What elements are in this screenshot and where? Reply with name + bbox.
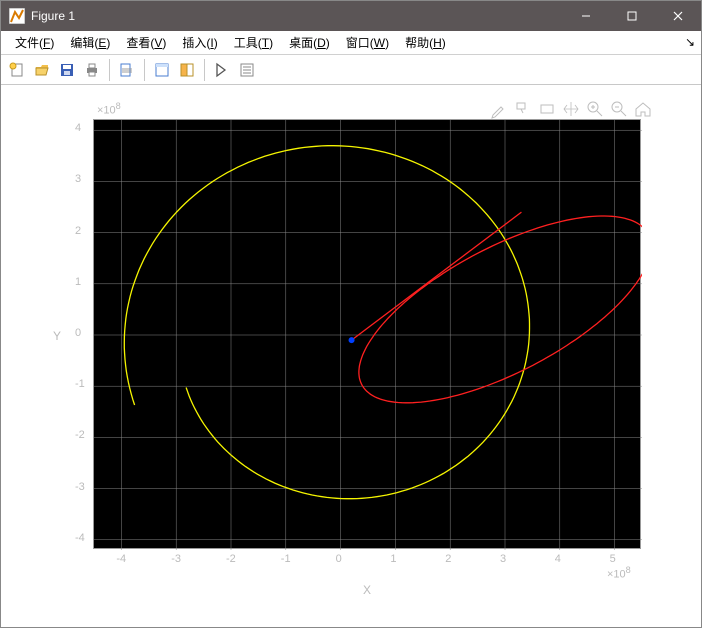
x-exponent: ×108 (607, 565, 631, 581)
menu-file[interactable]: 文件(F) (7, 32, 62, 53)
close-button[interactable] (655, 1, 701, 31)
titlebar: Figure 1 (1, 1, 701, 31)
link-plot-button[interactable] (150, 58, 174, 82)
x-tick: 1 (390, 553, 396, 565)
y-tick: -4 (75, 532, 85, 544)
plot-area[interactable] (93, 119, 641, 549)
x-tick: 0 (336, 553, 342, 565)
toolbar-separator (144, 59, 145, 81)
zoom-in-icon[interactable] (585, 99, 605, 119)
y-tick: -3 (75, 481, 85, 493)
edit-plot-button[interactable] (210, 58, 234, 82)
menu-edit[interactable]: 编辑(E) (62, 32, 118, 53)
save-button[interactable] (55, 58, 79, 82)
home-icon[interactable] (633, 99, 653, 119)
y-tick: 1 (75, 276, 81, 288)
y-tick: -1 (75, 378, 85, 390)
print-button[interactable] (80, 58, 104, 82)
zoom-out-icon[interactable] (609, 99, 629, 119)
new-figure-button[interactable] (5, 58, 29, 82)
x-tick: 3 (500, 553, 506, 565)
menu-desktop[interactable]: 桌面(D) (281, 32, 338, 53)
plot-svg (94, 120, 642, 550)
y-tick: -2 (75, 429, 85, 441)
toolbar (1, 55, 701, 85)
menubar: 文件(F) 编辑(E) 查看(V) 插入(I) 工具(T) 桌面(D) 窗口(W… (1, 31, 701, 55)
x-tick: 5 (610, 553, 616, 565)
y-exponent: ×108 (97, 101, 121, 117)
menu-insert[interactable]: 插入(I) (174, 32, 225, 53)
pan-icon[interactable] (561, 99, 581, 119)
menu-tools[interactable]: 工具(T) (226, 32, 281, 53)
x-tick: -3 (171, 553, 181, 565)
brush-icon[interactable] (489, 99, 509, 119)
menu-view[interactable]: 查看(V) (118, 32, 174, 53)
menu-help[interactable]: 帮助(H) (397, 32, 454, 53)
x-tick: 4 (555, 553, 561, 565)
toolbar-separator (204, 59, 205, 81)
rotate-icon[interactable] (537, 99, 557, 119)
minimize-button[interactable] (563, 1, 609, 31)
x-tick: -1 (281, 553, 291, 565)
x-tick: -2 (226, 553, 236, 565)
y-tick: 2 (75, 225, 81, 237)
x-axis-label: X (363, 583, 371, 597)
datatip-icon[interactable] (513, 99, 533, 119)
menu-window[interactable]: 窗口(W) (338, 32, 397, 53)
app-icon (9, 8, 25, 24)
axes-toolbar (489, 99, 653, 119)
y-axis-label: Y (53, 329, 61, 343)
window-title: Figure 1 (31, 9, 75, 23)
colorbar-button[interactable] (175, 58, 199, 82)
figure-canvas: ×108 ×108 X Y -4 -3 -2 -1 0 1 2 3 4 5 -4 -3 -2 -1 0 1 2… (1, 85, 701, 627)
y-tick: 3 (75, 173, 81, 185)
x-tick: 2 (445, 553, 451, 565)
insert-legend-button[interactable] (235, 58, 259, 82)
print-preview-button[interactable] (115, 58, 139, 82)
toolbar-separator (109, 59, 110, 81)
y-tick: 4 (75, 122, 81, 134)
y-tick: 0 (75, 327, 81, 339)
dock-corner-icon[interactable]: ↘ (685, 35, 695, 49)
maximize-button[interactable] (609, 1, 655, 31)
x-tick: -4 (116, 553, 126, 565)
open-button[interactable] (30, 58, 54, 82)
